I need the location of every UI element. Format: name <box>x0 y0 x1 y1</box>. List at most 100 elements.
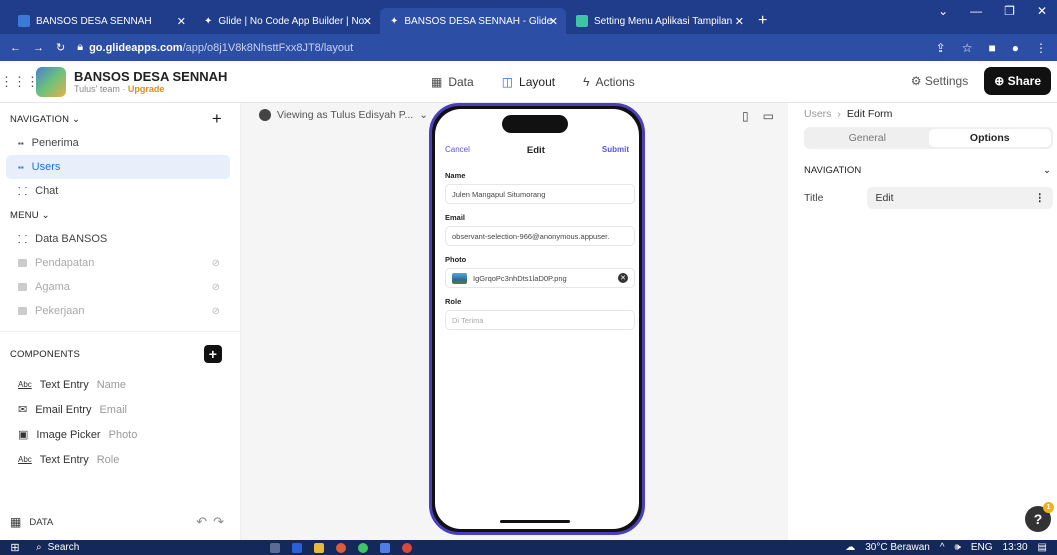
role-input[interactable]: Di Terima <box>445 310 635 330</box>
clear-icon[interactable]: ✕ <box>618 273 628 283</box>
nav-label: Users <box>31 161 61 173</box>
nav-data[interactable]: ▦ Data <box>431 75 474 89</box>
sidebar-item-pekerjaan[interactable]: Pekerjaan ⊘ <box>6 299 230 323</box>
chrome-icon[interactable] <box>402 542 412 553</box>
sidebar-item-penerima[interactable]: ▪▪ Penerima <box>6 131 230 155</box>
notifications-icon[interactable]: ▤ <box>1038 542 1047 553</box>
close-icon[interactable]: ✕ <box>177 15 186 28</box>
component-sub: Email <box>99 403 127 416</box>
undo-redo-icons[interactable]: ↶↷ <box>196 514 230 530</box>
tablet-icon[interactable]: ▭ <box>763 109 774 123</box>
eye-off-icon[interactable]: ⊘ <box>212 282 220 293</box>
sidebar-item-users[interactable]: ▪▪ Users <box>6 155 230 179</box>
language-label[interactable]: ENG <box>971 542 993 553</box>
list-icon: ▪▪ <box>18 162 24 172</box>
url-path: /app/o8j1V8k8NhsttFxx8JT8/layout <box>182 41 354 54</box>
nav-layout[interactable]: ◫ Layout <box>502 75 555 89</box>
navigation-section-header[interactable]: NAVIGATION ⌄ + <box>0 107 240 131</box>
list-icon: ▪▪ <box>18 138 24 148</box>
component-type: Text Entry <box>39 453 89 466</box>
profile-icon[interactable]: ● <box>1012 41 1019 55</box>
component-image-picker[interactable]: ▣ Image Picker Photo <box>0 422 240 447</box>
browser-tab-1[interactable]: BANSOS DESA SENNAH ✕ <box>8 8 194 34</box>
upgrade-link[interactable]: Upgrade <box>128 84 165 94</box>
browser-tab-3[interactable]: ✦ BANSOS DESA SENNAH - Glide ✕ <box>380 8 566 34</box>
name-label: Name <box>445 171 466 180</box>
close-window-icon[interactable]: ✕ <box>1037 4 1047 18</box>
navigation-header-label: NAVIGATION <box>10 113 70 125</box>
sidebar-item-chat[interactable]: ⸬ Chat <box>6 179 230 203</box>
left-panel: NAVIGATION ⌄ + ▪▪ Penerima ▪▪ Users ⸬ Chat … <box>0 103 241 540</box>
sidebar-item-pendapatan[interactable]: Pendapatan ⊘ <box>6 251 230 275</box>
share-page-icon[interactable]: ⇪ <box>936 41 946 55</box>
close-icon[interactable]: ✕ <box>363 15 372 28</box>
submit-button[interactable]: Submit <box>602 145 629 156</box>
sidebar-item-agama[interactable]: Agama ⊘ <box>6 275 230 299</box>
component-text-entry-role[interactable]: Abc Text Entry Role <box>0 447 240 472</box>
breadcrumb-parent[interactable]: Users <box>804 108 831 120</box>
eye-off-icon[interactable]: ⊘ <box>212 258 220 269</box>
tab-favicon-icon <box>18 15 30 27</box>
cancel-button[interactable]: Cancel <box>445 145 470 156</box>
back-icon[interactable]: ← <box>10 42 21 54</box>
top-nav: ▦ Data ◫ Layout ϟ Actions <box>431 61 635 103</box>
file-explorer-icon[interactable] <box>314 542 324 553</box>
close-icon[interactable]: ✕ <box>735 15 744 28</box>
share-button[interactable]: ⊕ Share <box>984 67 1051 95</box>
clock-label[interactable]: 13:30 <box>1003 542 1028 553</box>
component-text-entry-name[interactable]: Abc Text Entry Name <box>0 372 240 397</box>
chevron-down-icon[interactable]: ⌄ <box>938 4 948 18</box>
glide-icon: ✦ <box>204 15 213 27</box>
photo-picker[interactable]: IgGrqoPc3nhDts1laD0P.png ✕ <box>445 268 635 288</box>
help-button[interactable]: ? 1 <box>1025 502 1054 532</box>
forward-icon[interactable]: → <box>33 42 44 54</box>
taskbar-search[interactable]: ⌕ Search <box>30 542 140 553</box>
title-input[interactable]: Edit ⋮ <box>867 187 1053 209</box>
chrome-icon[interactable] <box>336 542 346 553</box>
close-icon[interactable]: ✕ <box>549 15 558 28</box>
notification-badge: 1 <box>1043 502 1054 513</box>
minimize-icon[interactable]: — <box>970 4 982 18</box>
volume-icon[interactable]: 🕪︎ <box>955 542 961 553</box>
tab-general[interactable]: General <box>806 129 929 147</box>
browser-tab-4[interactable]: Setting Menu Aplikasi Tampilan ✕ <box>566 8 752 34</box>
sidebar-item-data-bansos[interactable]: ⸬ Data BANSOS <box>6 227 230 251</box>
reload-icon[interactable]: ↻ <box>56 41 65 54</box>
windows-start-icon[interactable]: ⊞ <box>0 541 30 554</box>
url-field[interactable]: 🔒︎ go.glideapps.com/app/o8j1V8k8NhsttFxx… <box>77 41 353 54</box>
whatsapp-icon[interactable] <box>358 542 368 553</box>
restore-icon[interactable]: ❐ <box>1004 4 1015 18</box>
nav-actions[interactable]: ϟ Actions <box>583 75 635 89</box>
list-icon <box>18 307 27 315</box>
browser-tab-2[interactable]: ✦ Glide | No Code App Builder | No ✕ <box>194 8 380 34</box>
phone-icon[interactable]: ▯ <box>742 109 749 123</box>
more-options-icon[interactable]: ⋮ <box>1035 192 1046 204</box>
eye-off-icon[interactable]: ⊘ <box>212 306 220 317</box>
sidebar-icon[interactable]: ■ <box>989 41 996 55</box>
weather-label[interactable]: 30°C Berawan <box>865 542 930 553</box>
menu-dots-icon[interactable]: ⋮ <box>1035 41 1047 55</box>
add-tab-icon[interactable]: + <box>212 109 222 129</box>
role-label: Role <box>445 297 462 306</box>
nav-label: Data BANSOS <box>35 233 108 245</box>
viewing-as-selector[interactable]: Viewing as Tulus Edisyah P... ⌄ <box>259 109 428 121</box>
name-input[interactable]: Julen Mangapul Situmorang <box>445 184 635 204</box>
navigation-settings-header[interactable]: NAVIGATION ⌄ <box>788 159 1057 181</box>
component-email-entry[interactable]: ✉ Email Entry Email <box>0 397 240 422</box>
apps-grid-icon[interactable]: ⋮⋮⋮ <box>0 74 39 90</box>
file-icon[interactable] <box>380 542 390 553</box>
new-tab-icon[interactable]: + <box>758 8 767 34</box>
bookmark-star-icon[interactable]: ☆ <box>962 41 973 55</box>
email-input[interactable]: observant-selection-966@anonymous.appuse… <box>445 226 635 246</box>
word-icon[interactable] <box>292 542 302 553</box>
chevron-up-icon[interactable]: ^ <box>940 542 945 553</box>
panel-tabs: General Options <box>804 127 1053 149</box>
breadcrumb-current: Edit Form <box>846 108 893 120</box>
menu-section-header[interactable]: MENU ⌄ <box>0 203 240 227</box>
data-footer-label[interactable]: DATA <box>29 517 53 528</box>
add-component-button[interactable]: + <box>204 345 222 363</box>
task-view-icon[interactable] <box>270 542 280 553</box>
settings-button[interactable]: ⚙ Settings <box>911 74 968 88</box>
tab-options[interactable]: Options <box>928 129 1051 147</box>
phone-frame: Cancel Edit Submit Name Julen Mangapul S… <box>429 103 645 535</box>
